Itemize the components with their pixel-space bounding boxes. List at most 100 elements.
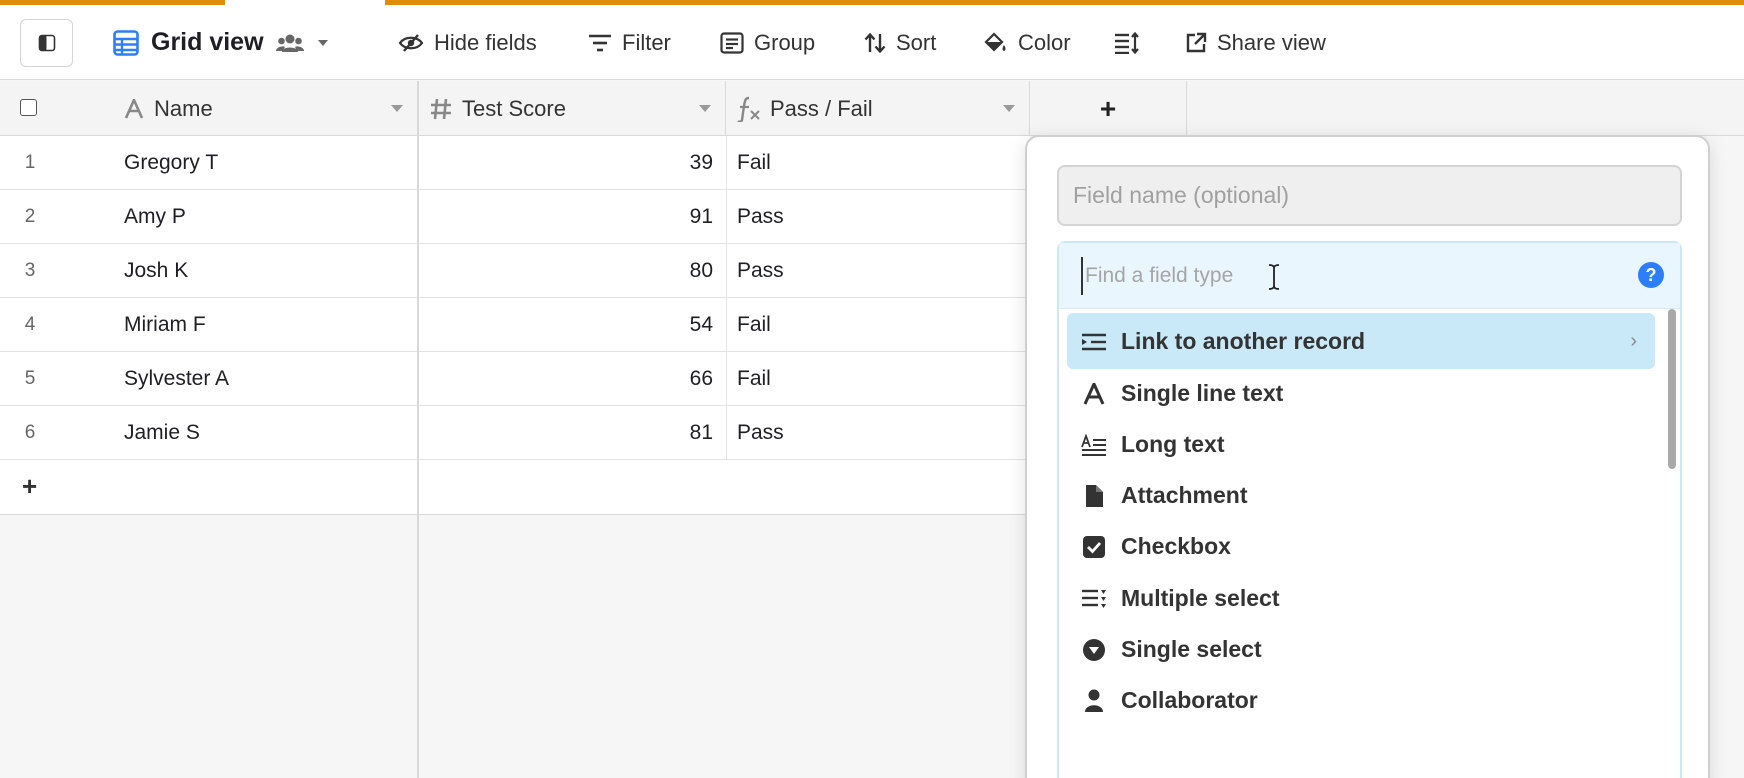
hide-fields-label: Hide fields xyxy=(434,29,537,55)
table-row[interactable]: 2 Amy P 91 Pass xyxy=(0,190,1030,244)
field-type-link-record[interactable]: Link to another record › xyxy=(1067,313,1655,369)
field-type-long-text[interactable]: Long text xyxy=(1067,416,1655,472)
field-type-label: Attachment xyxy=(1121,481,1248,508)
row-number: 5 xyxy=(24,368,36,389)
column-header-label: Pass / Fail xyxy=(770,95,873,121)
cell-pass-fail[interactable]: Fail xyxy=(726,352,1026,406)
row-number: 6 xyxy=(24,422,36,443)
select-all-cell xyxy=(0,81,124,136)
field-type-list: Link to another record › Single line tex… xyxy=(1059,309,1680,778)
cell-test-score[interactable]: 80 xyxy=(418,244,713,298)
cell-pass-fail[interactable]: Fail xyxy=(726,298,1026,352)
field-type-checkbox[interactable]: Checkbox xyxy=(1067,518,1655,574)
sort-icon xyxy=(864,32,886,53)
sort-button[interactable]: Sort xyxy=(864,5,936,80)
share-view-label: Share view xyxy=(1217,29,1326,55)
cell-name[interactable]: Miriam F xyxy=(124,298,416,352)
cell-pass-fail[interactable]: Pass xyxy=(726,190,1026,244)
collaborator-icon xyxy=(1081,688,1107,714)
formula-icon xyxy=(737,96,760,122)
field-type-label: Link to another record xyxy=(1121,327,1366,354)
field-type-label: Collaborator xyxy=(1121,686,1258,713)
field-name-input[interactable] xyxy=(1057,165,1682,226)
column-header-pass-fail[interactable]: Pass / Fail xyxy=(726,81,1030,136)
column-header-test-score[interactable]: Test Score xyxy=(418,81,726,136)
table-row[interactable]: 3 Josh K 80 Pass xyxy=(0,244,1030,298)
group-icon xyxy=(720,31,744,54)
field-type-attachment[interactable]: Attachment xyxy=(1067,467,1655,523)
cell-name[interactable]: Gregory T xyxy=(124,136,416,190)
number-icon xyxy=(431,98,451,119)
field-type-label: Checkbox xyxy=(1121,532,1231,559)
column-menu-caret[interactable] xyxy=(391,105,403,112)
color-label: Color xyxy=(1018,29,1071,55)
paint-bucket-icon xyxy=(984,31,1006,52)
row-height-icon xyxy=(1115,31,1139,54)
eye-off-icon xyxy=(398,33,424,52)
table-row[interactable]: 5 Sylvester A 66 Fail xyxy=(0,352,1030,406)
cell-test-score[interactable]: 81 xyxy=(418,406,713,460)
field-type-scrollbar[interactable] xyxy=(1668,309,1676,469)
table-row[interactable]: 4 Miriam F 54 Fail xyxy=(0,298,1030,352)
group-label: Group xyxy=(754,29,816,55)
column-menu-caret[interactable] xyxy=(699,105,711,112)
add-field-button[interactable]: + xyxy=(1030,81,1187,136)
cell-test-score[interactable]: 91 xyxy=(418,190,713,244)
view-toolbar: Grid view Hide fields Filter Group Sort … xyxy=(0,5,1744,80)
attachment-icon xyxy=(1081,483,1107,509)
cell-test-score[interactable]: 66 xyxy=(418,352,713,406)
checkbox-icon xyxy=(1081,534,1107,560)
cell-pass-fail[interactable]: Fail xyxy=(726,136,1026,190)
cell-name[interactable]: Sylvester A xyxy=(124,352,416,406)
filter-button[interactable]: Filter xyxy=(588,5,671,80)
cell-name[interactable]: Amy P xyxy=(124,190,416,244)
help-label: ? xyxy=(1645,264,1657,285)
add-row-button[interactable]: + xyxy=(0,460,1030,515)
sort-label: Sort xyxy=(896,29,937,55)
long-text-icon xyxy=(1081,432,1107,458)
table-row[interactable]: 1 Gregory T 39 Fail xyxy=(0,136,1030,190)
row-height-button[interactable] xyxy=(1114,5,1140,80)
field-type-single-line-text[interactable]: Single line text xyxy=(1067,365,1655,421)
hide-fields-button[interactable]: Hide fields xyxy=(398,5,537,80)
table-row[interactable]: 6 Jamie S 81 Pass xyxy=(0,406,1030,460)
view-name: Grid view xyxy=(151,28,264,56)
column-header-label: Name xyxy=(154,95,213,121)
field-type-multiple-select[interactable]: Multiple select xyxy=(1067,570,1655,626)
group-button[interactable]: Group xyxy=(720,5,815,80)
view-switcher[interactable]: Grid view xyxy=(113,5,330,80)
cell-test-score[interactable]: 39 xyxy=(418,136,713,190)
field-type-search-input[interactable] xyxy=(1081,257,1601,295)
field-type-single-select[interactable]: Single select xyxy=(1067,621,1655,677)
field-type-search-bar: ? xyxy=(1059,243,1680,309)
sidebar-toggle-button[interactable] xyxy=(20,19,73,67)
share-icon xyxy=(1186,32,1207,52)
multiple-select-icon xyxy=(1081,586,1107,612)
cell-name[interactable]: Jamie S xyxy=(124,406,416,460)
chevron-right-icon: › xyxy=(1630,330,1637,352)
color-button[interactable]: Color xyxy=(982,5,1071,80)
field-type-collaborator[interactable]: Collaborator xyxy=(1067,672,1655,728)
frozen-column-divider[interactable] xyxy=(417,81,419,778)
row-number: 3 xyxy=(24,260,36,281)
column-header-name[interactable]: Name xyxy=(124,81,418,136)
collaborative-view-icon xyxy=(275,34,304,52)
field-type-label: Single select xyxy=(1121,635,1262,662)
field-type-label: Long text xyxy=(1121,430,1225,457)
select-all-checkbox[interactable] xyxy=(20,99,37,116)
single-line-text-icon xyxy=(124,98,144,119)
cell-pass-fail[interactable]: Pass xyxy=(726,406,1026,460)
column-menu-caret[interactable] xyxy=(1003,105,1015,112)
chevron-down-icon xyxy=(317,39,328,46)
add-field-popover: ? Link to another record › xyxy=(1025,135,1710,778)
help-icon[interactable]: ? xyxy=(1638,262,1664,288)
share-view-button[interactable]: Share view xyxy=(1185,5,1326,80)
cell-pass-fail[interactable]: Pass xyxy=(726,244,1026,298)
row-number: 1 xyxy=(24,152,36,173)
cell-test-score[interactable]: 54 xyxy=(418,298,713,352)
row-number: 2 xyxy=(24,206,36,227)
cell-name[interactable]: Josh K xyxy=(124,244,416,298)
grid-header: Name Test Score Pass / Fail + xyxy=(0,81,1744,136)
filter-icon xyxy=(589,34,611,51)
sidebar-icon xyxy=(38,34,55,52)
